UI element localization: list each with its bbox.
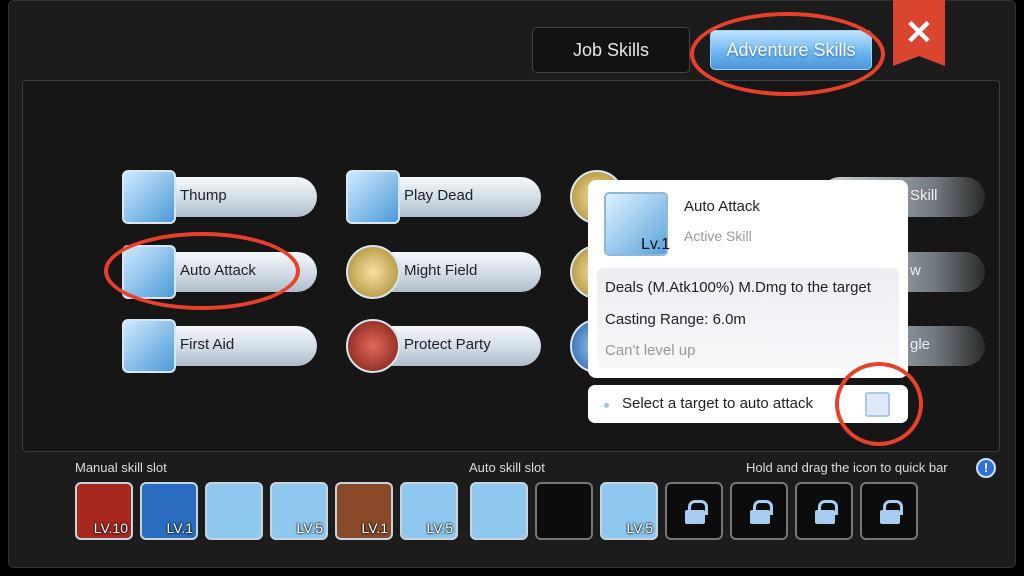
auto-slot-label: Auto skill slot bbox=[469, 460, 545, 475]
auto-target-checkbox[interactable] bbox=[865, 392, 890, 417]
skill-type: Active Skill bbox=[684, 228, 752, 244]
tab-job-skills[interactable]: Job Skills bbox=[532, 27, 690, 73]
skill-label: w bbox=[910, 262, 921, 279]
slot-level: LV.10 bbox=[93, 520, 128, 536]
manual-slot-label: Manual skill slot bbox=[75, 460, 167, 475]
skill-button[interactable]: Protect Party bbox=[346, 319, 541, 373]
close-icon[interactable]: ✕ bbox=[893, 0, 945, 66]
auto-slot[interactable] bbox=[795, 482, 853, 540]
lock-icon bbox=[685, 500, 708, 524]
lock-icon bbox=[750, 500, 773, 524]
tab-adventure-skills[interactable]: Adventure Skills bbox=[710, 30, 872, 70]
manual-slot[interactable]: LV.10 bbox=[75, 482, 133, 540]
casting-range: Casting Range: 6.0m bbox=[605, 311, 746, 328]
sword-burst-icon: Lv.1 bbox=[604, 192, 670, 256]
skill-description-box: Deals (M.Atk100%) M.Dmg to the target Ca… bbox=[597, 268, 899, 368]
skill-label: Auto Attack bbox=[180, 262, 256, 279]
skill-label: gle bbox=[910, 336, 931, 353]
auto-slot[interactable] bbox=[730, 482, 788, 540]
skill-label: First Aid bbox=[180, 336, 235, 353]
skill-description: Deals (M.Atk100%) M.Dmg to the target bbox=[605, 279, 871, 296]
skill-label: Skill bbox=[910, 187, 938, 204]
skill-button[interactable]: Play Dead bbox=[346, 170, 541, 224]
skill-label: Might Field bbox=[404, 262, 478, 279]
manual-slot[interactable] bbox=[205, 482, 263, 540]
skill-button[interactable]: Auto Attack bbox=[122, 245, 317, 299]
skill-label: Thump bbox=[180, 187, 227, 204]
fist-icon bbox=[122, 170, 176, 224]
auto-slot[interactable] bbox=[535, 482, 593, 540]
info-icon[interactable]: ! bbox=[976, 458, 996, 478]
lying-figure-icon bbox=[346, 170, 400, 224]
skill-button[interactable]: Might Field bbox=[346, 245, 541, 299]
skill-button[interactable]: First Aid bbox=[122, 319, 317, 373]
skill-label: Protect Party bbox=[404, 336, 491, 353]
sword-burst-icon bbox=[122, 245, 176, 299]
fist-glow-icon bbox=[346, 245, 400, 299]
slot-level: LV.1 bbox=[361, 520, 388, 536]
manual-slot[interactable]: LV.5 bbox=[270, 482, 328, 540]
auto-target-row: Select a target to auto attack bbox=[588, 385, 908, 423]
shield-figure-icon bbox=[346, 319, 400, 373]
cross-icon bbox=[122, 319, 176, 373]
manual-slot[interactable]: LV.5 bbox=[400, 482, 458, 540]
drag-hint: Hold and drag the icon to quick bar bbox=[746, 460, 948, 475]
skill-title: Auto Attack bbox=[684, 198, 760, 215]
bullet-icon bbox=[604, 403, 609, 408]
lock-icon bbox=[815, 500, 838, 524]
slot-level: LV.5 bbox=[626, 520, 653, 536]
skill-button[interactable]: Thump bbox=[122, 170, 317, 224]
slot-level: LV.1 bbox=[166, 520, 193, 536]
manual-slot[interactable]: LV.1 bbox=[335, 482, 393, 540]
manual-slot[interactable]: LV.1 bbox=[140, 482, 198, 540]
level-status: Can't level up bbox=[605, 342, 696, 359]
auto-slot[interactable] bbox=[860, 482, 918, 540]
auto-slot[interactable] bbox=[665, 482, 723, 540]
auto-slot[interactable] bbox=[470, 482, 528, 540]
slot-level: LV.5 bbox=[296, 520, 323, 536]
slot-level: LV.5 bbox=[426, 520, 453, 536]
lock-icon bbox=[880, 500, 903, 524]
skill-tooltip: Lv.1 Auto Attack Active Skill Deals (M.A… bbox=[588, 180, 908, 378]
skill-label: Play Dead bbox=[404, 187, 474, 204]
auto-target-label: Select a target to auto attack bbox=[622, 395, 813, 412]
skill-level: Lv.1 bbox=[640, 236, 670, 253]
auto-slot[interactable]: LV.5 bbox=[600, 482, 658, 540]
